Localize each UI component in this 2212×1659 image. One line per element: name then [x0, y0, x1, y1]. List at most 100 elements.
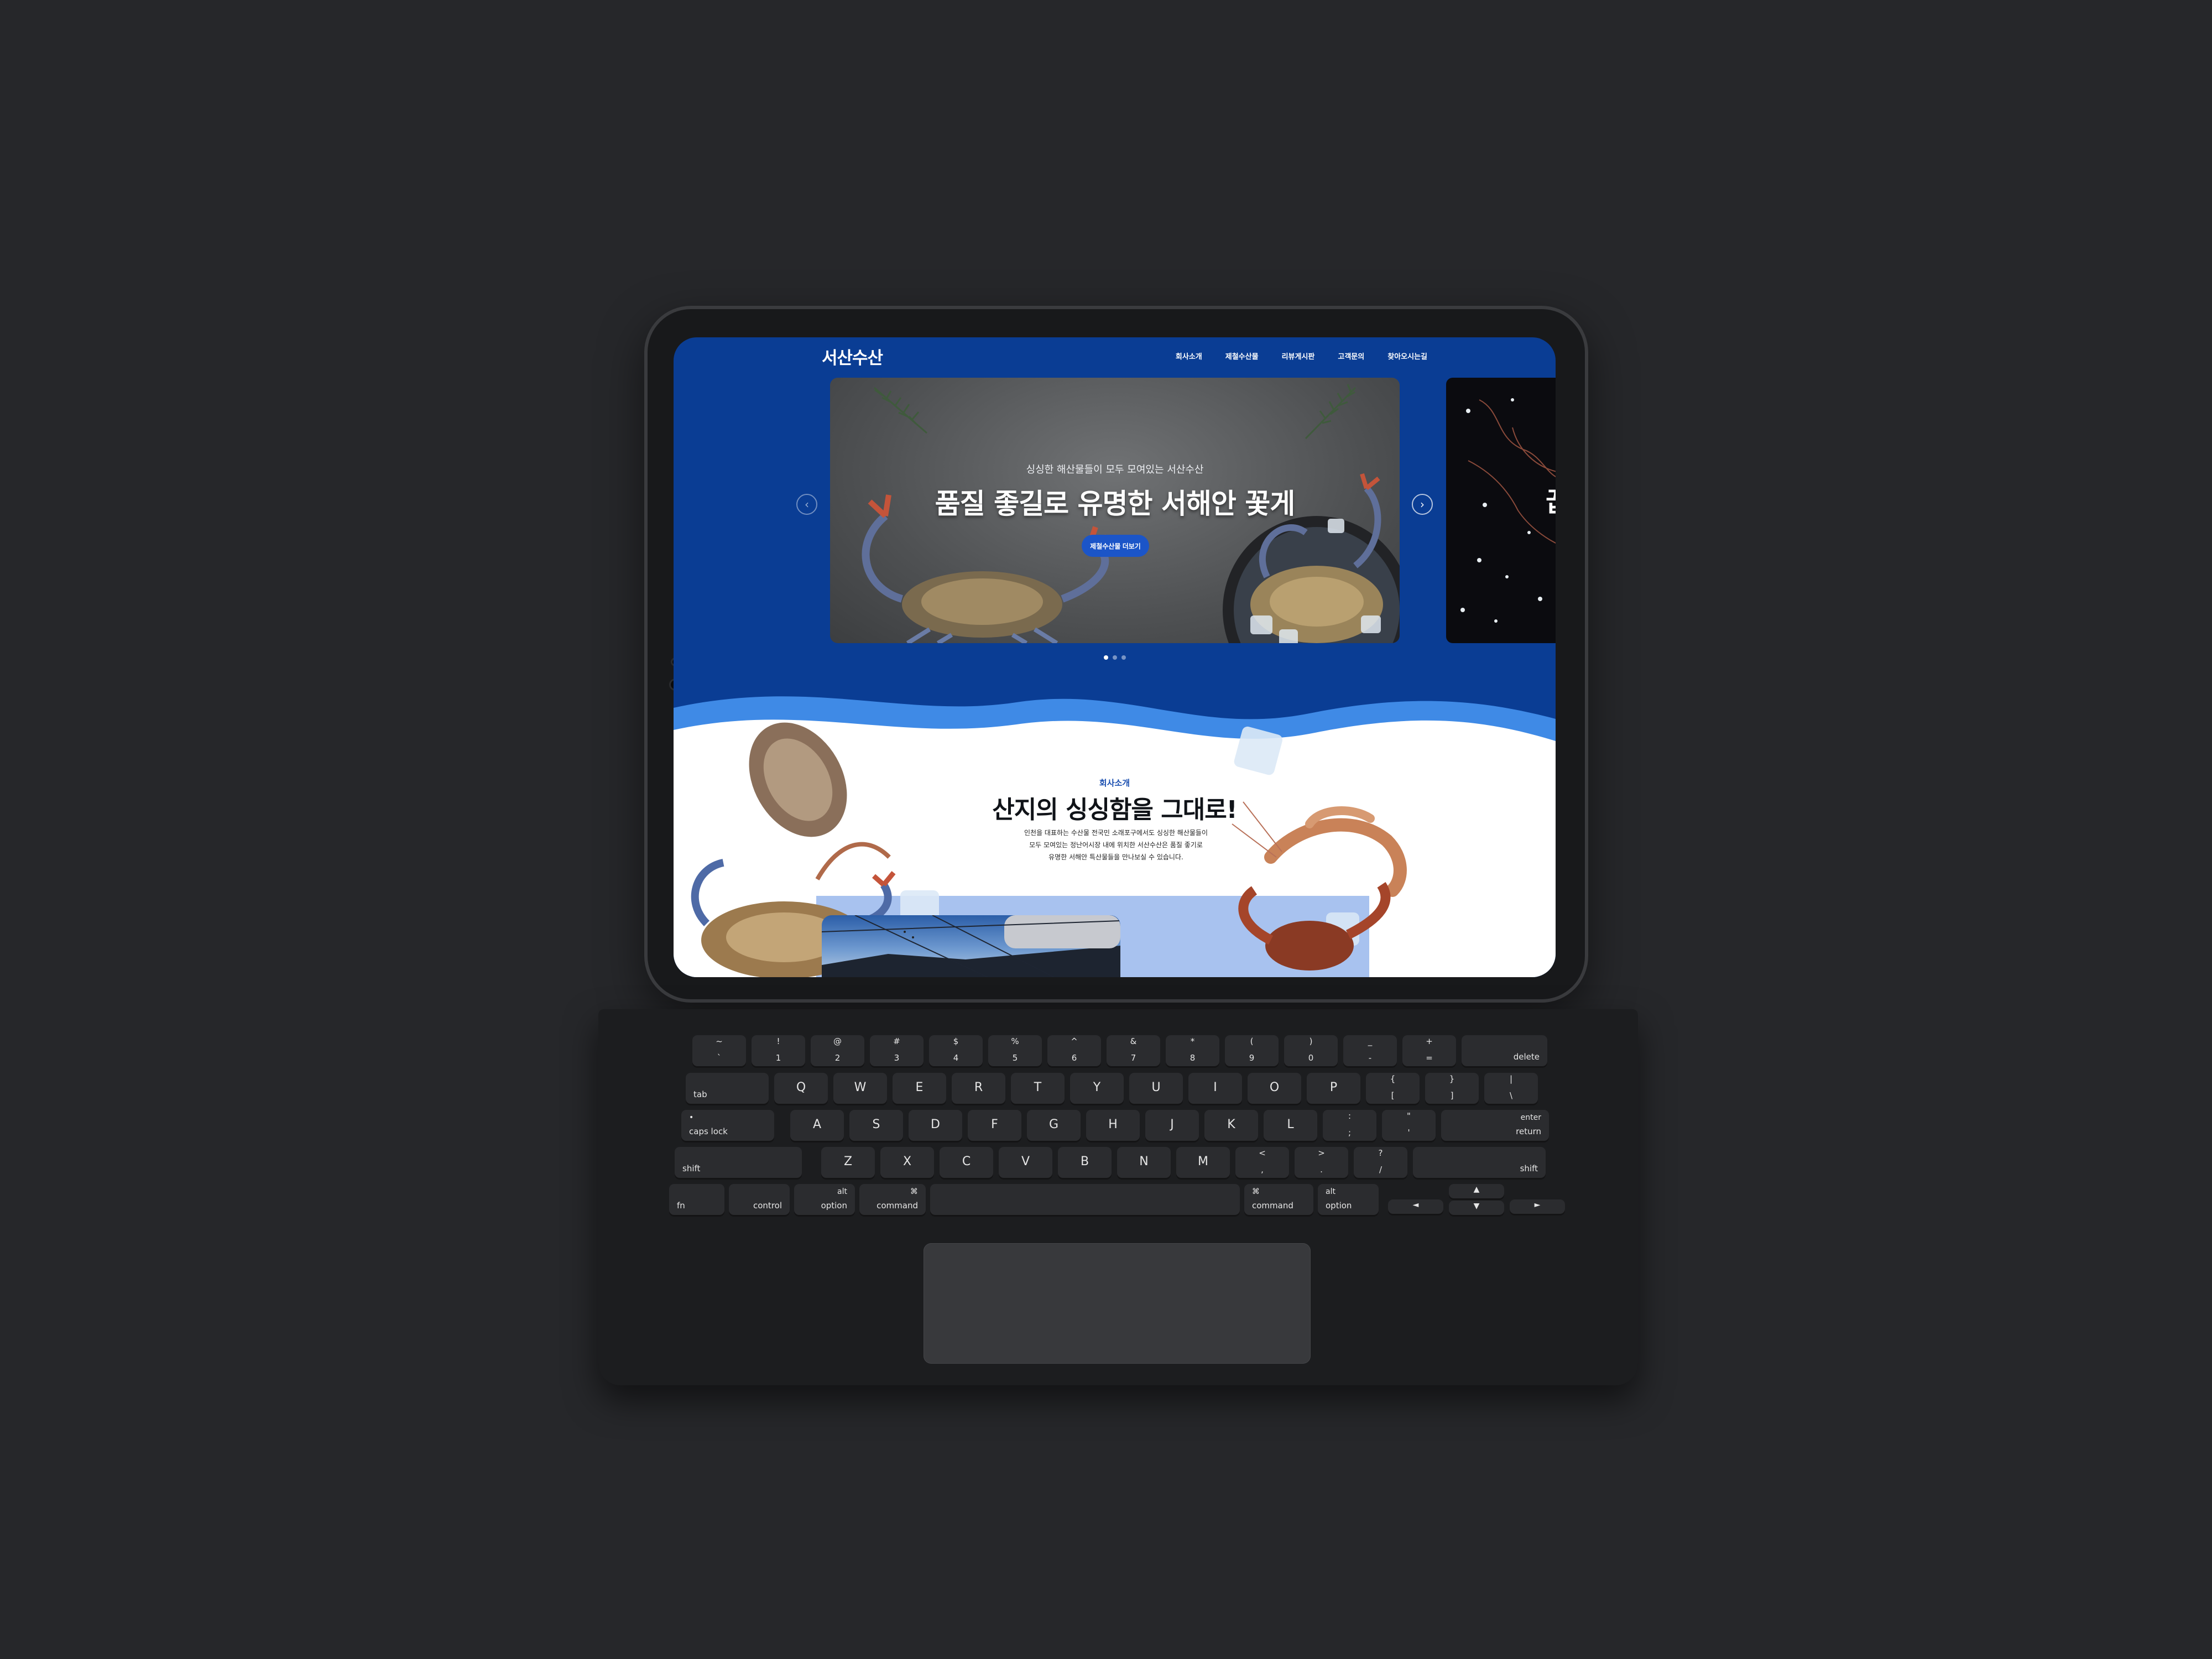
key-9[interactable]: (9 [1225, 1035, 1279, 1066]
key-arrow-up[interactable]: ▲ [1449, 1184, 1504, 1198]
key-punct-r4-2[interactable]: ? / [1354, 1147, 1407, 1178]
key-bracket-0[interactable]: {[ [1366, 1073, 1420, 1104]
key-i[interactable]: I [1188, 1073, 1242, 1104]
slider-dot-1[interactable] [1104, 655, 1108, 660]
slider-next-arrow[interactable]: › [1412, 494, 1433, 515]
nav-item-contact[interactable]: 고객문의 [1338, 351, 1364, 361]
key-f[interactable]: F [968, 1110, 1021, 1141]
key-backtick-label: ~ [716, 1036, 723, 1046]
key-c[interactable]: C [940, 1147, 993, 1178]
next-slide-title-fragment: 꿉 [1546, 480, 1556, 519]
key-0[interactable]: ) 0 [1284, 1035, 1338, 1066]
key-bracket-1[interactable]: }] [1425, 1073, 1479, 1104]
key-command-left-label: ⌘ [910, 1187, 918, 1196]
key-q[interactable]: Q [774, 1073, 828, 1104]
key-8[interactable]: * 8 [1166, 1035, 1219, 1066]
key-n[interactable]: N [1117, 1147, 1171, 1178]
key-delete[interactable]: delete [1462, 1035, 1547, 1066]
key-v[interactable]: V [999, 1147, 1052, 1178]
key-m-label: M [1198, 1155, 1208, 1168]
key-caps-lock[interactable]: • caps lock [681, 1110, 774, 1141]
key-r[interactable]: R [952, 1073, 1005, 1104]
slider-dot-3[interactable] [1121, 655, 1126, 660]
key-punct-0[interactable]: :; [1323, 1110, 1376, 1141]
key-punct-1[interactable]: " ' [1382, 1110, 1436, 1141]
site-logo[interactable]: 서산수산 [822, 344, 883, 369]
key--[interactable]: _ - [1343, 1035, 1397, 1066]
key-arrow-down[interactable]: ▼ [1449, 1201, 1504, 1215]
key-y[interactable]: Y [1070, 1073, 1124, 1104]
key-j[interactable]: J [1145, 1110, 1199, 1141]
slider-dot-2[interactable] [1113, 655, 1117, 660]
slider-prev-arrow[interactable]: ‹ [796, 494, 817, 515]
key-=-label: = [1426, 1053, 1433, 1063]
seasonal-more-button[interactable]: 제철수산물 더보기 [1082, 535, 1149, 557]
key-7-label: & [1130, 1036, 1137, 1046]
about-photo-card [822, 915, 1120, 977]
key-fn[interactable]: fn [669, 1184, 724, 1215]
about-text-line-2: 모두 모여있는 정난어시장 내에 위치한 서산수산은 품질 좋기로 [1029, 841, 1203, 849]
key-command-left[interactable]: ⌘ command [859, 1184, 926, 1215]
key-a[interactable]: A [790, 1110, 844, 1141]
key-d[interactable]: D [909, 1110, 962, 1141]
key-1[interactable]: ! 1 [752, 1035, 805, 1066]
key-h[interactable]: H [1086, 1110, 1140, 1141]
key-w[interactable]: W [833, 1073, 887, 1104]
key-backtick-label: ` [717, 1053, 722, 1063]
trackpad[interactable] [924, 1243, 1311, 1364]
key-k[interactable]: K [1204, 1110, 1258, 1141]
key-j-label: J [1170, 1118, 1174, 1131]
key-option-left[interactable]: alt option [794, 1184, 855, 1215]
key-o[interactable]: O [1248, 1073, 1301, 1104]
nav-item-reviews[interactable]: 리뷰게시판 [1282, 351, 1315, 361]
key-g[interactable]: G [1027, 1110, 1081, 1141]
next-slide-preview[interactable]: 꿉 [1446, 378, 1556, 643]
key-arrow-right[interactable]: ► [1510, 1199, 1565, 1214]
key-x[interactable]: X [880, 1147, 934, 1178]
key-7[interactable]: & 7 [1107, 1035, 1160, 1066]
key-tab[interactable]: tab [686, 1073, 769, 1104]
key-control[interactable]: control [729, 1184, 790, 1215]
key-q-label: Q [796, 1081, 806, 1094]
key-b[interactable]: B [1058, 1147, 1112, 1178]
key-punct-r4-0[interactable]: <, [1235, 1147, 1289, 1178]
key-2[interactable]: @2 [811, 1035, 864, 1066]
key-l[interactable]: L [1264, 1110, 1317, 1141]
key-space[interactable] [930, 1184, 1240, 1215]
key-=[interactable]: + = [1402, 1035, 1456, 1066]
nav-item-seasonal[interactable]: 제철수산물 [1225, 351, 1259, 361]
key-shift-left[interactable]: shift [675, 1147, 802, 1178]
key-3[interactable]: #3 [870, 1035, 924, 1066]
key-bracket-1-label: } [1449, 1074, 1455, 1084]
key-backtick[interactable]: ~ ` [692, 1035, 746, 1066]
key-n-label: N [1139, 1155, 1149, 1168]
key-delete-label: delete [1513, 1052, 1540, 1062]
key-s[interactable]: S [849, 1110, 903, 1141]
key-u[interactable]: U [1129, 1073, 1183, 1104]
key-z[interactable]: Z [821, 1147, 875, 1178]
key-command-right[interactable]: ⌘ command [1244, 1184, 1313, 1215]
key-t[interactable]: T [1011, 1073, 1065, 1104]
key-p[interactable]: P [1307, 1073, 1360, 1104]
key-0-label: ) [1309, 1036, 1313, 1046]
about-section-label: 회사소개 [1099, 778, 1130, 788]
key-6[interactable]: ^ 6 [1047, 1035, 1101, 1066]
key-option-right[interactable]: alt option [1318, 1184, 1379, 1215]
key-m[interactable]: M [1176, 1147, 1230, 1178]
key-4[interactable]: $4 [929, 1035, 983, 1066]
key-shift-right[interactable]: shift [1413, 1147, 1546, 1178]
key-5[interactable]: % 5 [988, 1035, 1042, 1066]
key-arrow-down-label: ▼ [1473, 1202, 1480, 1211]
key-0-label: 0 [1308, 1053, 1314, 1063]
key-p-label: P [1329, 1081, 1338, 1094]
nav-item-directions[interactable]: 찾아오시는길 [1387, 351, 1427, 361]
nav-item-about[interactable]: 회사소개 [1176, 351, 1202, 361]
key-e[interactable]: E [893, 1073, 946, 1104]
key-bracket-2[interactable]: | \ [1484, 1073, 1538, 1104]
key-punct-r4-1[interactable]: >. [1295, 1147, 1348, 1178]
key-v-label: V [1021, 1155, 1030, 1168]
key-return[interactable]: enter return [1441, 1110, 1549, 1141]
key-arrow-left[interactable]: ◄ [1388, 1199, 1443, 1214]
about-text-line-3: 유명한 서해안 특산물들을 만나보실 수 있습니다. [1048, 853, 1183, 861]
key-6-label: 6 [1071, 1053, 1077, 1063]
